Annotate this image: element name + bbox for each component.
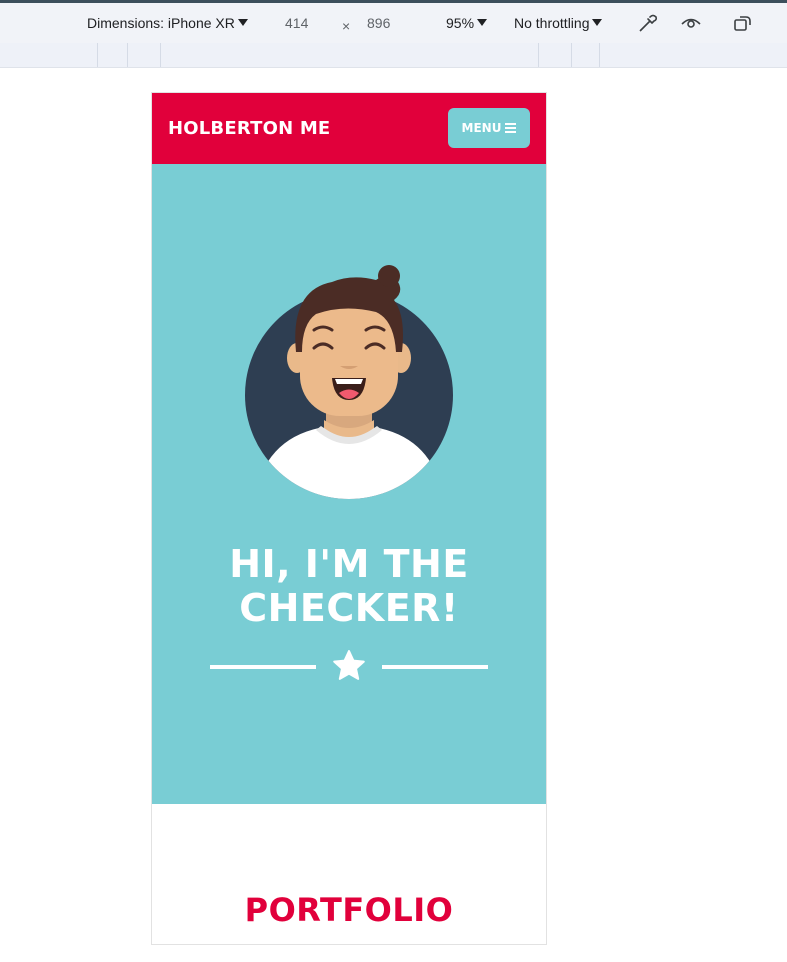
hero-title-line-2: CHECKER! [239,586,459,630]
site-brand[interactable]: HOLBERTON ME [168,118,330,139]
star-divider [210,649,488,685]
dimensions-dropdown[interactable]: Dimensions: iPhone XR [87,14,248,32]
media-query-ruler [0,43,787,68]
width-input[interactable]: 414 [285,14,308,32]
eye-icon[interactable] [680,12,702,34]
chevron-down-icon [477,19,488,26]
chevron-down-icon [237,19,248,26]
chevron-down-icon [592,19,603,26]
star-icon [333,650,365,680]
throttling-dropdown[interactable]: No throttling [514,14,603,32]
rotate-icon[interactable] [732,12,754,34]
menu-label: MENU [461,121,502,135]
device-viewport: HOLBERTON ME MENU HI, I'M THE CHECKER! P… [151,92,547,945]
divider-line-left [210,665,316,669]
hamburger-icon [505,121,517,135]
hero-title-line-1: HI, I'M THE [229,542,469,586]
dimensions-label: Dimensions: iPhone XR [87,15,235,31]
devtools-device-toolbar: Dimensions: iPhone XR 414 × 896 95% No t… [0,3,787,43]
avatar-illustration [245,265,453,499]
times-symbol: × [342,18,351,34]
eyedropper-icon[interactable] [637,12,659,34]
portfolio-heading: PORTFOLIO [244,891,454,929]
hero-section: HI, I'M THE CHECKER! [152,164,546,804]
hero-title: HI, I'M THE CHECKER! [152,542,546,630]
menu-button[interactable]: MENU [448,108,530,148]
zoom-label: 95% [446,15,475,31]
divider-line-right [382,665,488,669]
site-header: HOLBERTON ME MENU [152,93,546,164]
height-input[interactable]: 896 [367,14,390,32]
throttling-label: No throttling [514,15,590,31]
zoom-dropdown[interactable]: 95% [446,14,488,32]
